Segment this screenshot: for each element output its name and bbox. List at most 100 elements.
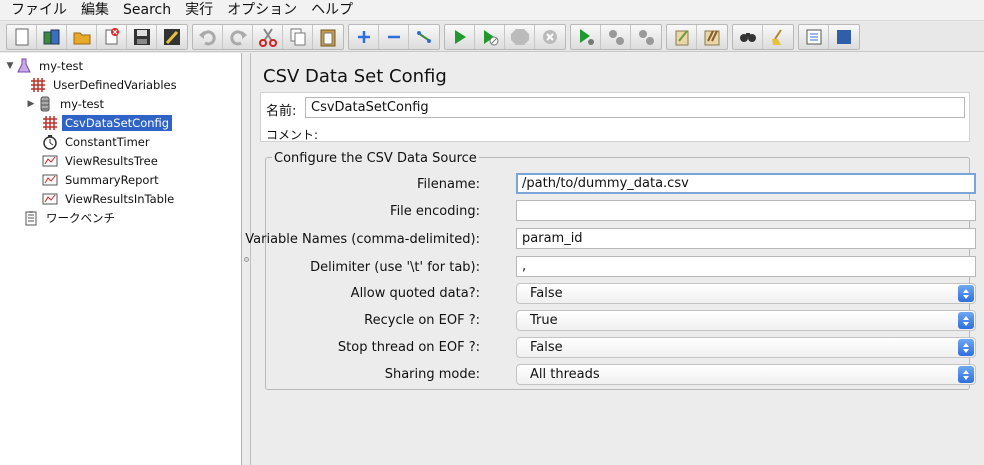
stop-thread-label: Stop thread on EOF ?: bbox=[337, 340, 480, 355]
menu-bar: ファイル 編集 Search 実行 オプション ヘルプ bbox=[0, 0, 984, 21]
allow-quoted-select[interactable]: False bbox=[516, 283, 976, 304]
help-icon bbox=[837, 29, 851, 44]
remote-shutdown-button[interactable] bbox=[631, 25, 661, 49]
section-title: Configure the CSV Data Source bbox=[272, 151, 479, 166]
name-input[interactable]: CsvDataSetConfig bbox=[305, 97, 965, 118]
clear-button[interactable] bbox=[667, 24, 697, 49]
delimiter-label: Delimiter (use '\t' for tab): bbox=[310, 260, 480, 275]
templates-button[interactable] bbox=[37, 24, 67, 49]
tree-item-label: ワークベンチ bbox=[46, 210, 115, 225]
toolbar-search-group bbox=[732, 23, 794, 50]
save-icon bbox=[133, 28, 150, 45]
expand-icon bbox=[357, 30, 370, 43]
remote-stop-button[interactable] bbox=[601, 24, 631, 49]
shutdown-button[interactable] bbox=[535, 25, 565, 49]
function-helper-button[interactable] bbox=[799, 24, 829, 49]
collapse-button[interactable] bbox=[379, 24, 409, 49]
clear-all-icon bbox=[704, 30, 720, 45]
tree-item-label: CsvDataSetConfig bbox=[62, 114, 173, 131]
delimiter-input[interactable]: , bbox=[516, 256, 976, 277]
tree-item-view-results-in-table[interactable]: ViewResultsInTable bbox=[42, 189, 177, 208]
filename-input[interactable]: /path/to/dummy_data.csv bbox=[516, 173, 976, 194]
expand-arrow-icon[interactable]: ▶ bbox=[25, 94, 37, 113]
timer-icon bbox=[42, 134, 58, 150]
menu-options[interactable]: オプション bbox=[220, 0, 304, 21]
open-button[interactable] bbox=[67, 24, 97, 49]
filename-label: Filename: bbox=[416, 177, 480, 192]
remote-start-button[interactable] bbox=[571, 24, 601, 49]
stop-button[interactable] bbox=[505, 24, 535, 49]
toolbar-file-group bbox=[6, 23, 188, 50]
chevron-updown-icon bbox=[958, 312, 974, 329]
cut-button[interactable] bbox=[253, 24, 283, 49]
toggle-button[interactable] bbox=[409, 25, 439, 49]
expand-arrow-icon[interactable]: ▼ bbox=[4, 56, 16, 75]
new-icon bbox=[15, 28, 28, 45]
redo-icon bbox=[229, 29, 247, 45]
help-button[interactable] bbox=[829, 25, 859, 49]
listener-icon bbox=[42, 153, 58, 169]
shutdown-icon bbox=[543, 29, 557, 44]
new-button[interactable] bbox=[7, 24, 37, 49]
menu-help[interactable]: ヘルプ bbox=[304, 0, 360, 21]
remote-shutdown-icon bbox=[639, 29, 654, 45]
menu-run[interactable]: 実行 bbox=[178, 0, 220, 21]
thread-group-icon bbox=[37, 96, 53, 112]
recycle-on-eof-select[interactable]: True bbox=[516, 310, 976, 331]
copy-button[interactable] bbox=[283, 24, 313, 49]
remote-start-icon bbox=[579, 28, 594, 45]
allow-quoted-value: False bbox=[530, 286, 563, 301]
expand-button[interactable] bbox=[349, 24, 379, 49]
panel-splitter[interactable] bbox=[242, 53, 250, 465]
close-button[interactable] bbox=[97, 24, 127, 49]
chevron-updown-icon bbox=[958, 285, 974, 302]
tree-item-workbench[interactable]: ワークベンチ bbox=[23, 208, 118, 227]
file-encoding-input[interactable] bbox=[516, 200, 976, 221]
variable-names-input[interactable]: param_id bbox=[516, 228, 976, 249]
tree-item-label: SummaryReport bbox=[65, 172, 159, 187]
test-plan-tree: ▼ my-test UserDefinedVariables ▶ my-test… bbox=[0, 53, 242, 465]
paste-button[interactable] bbox=[313, 25, 343, 49]
undo-button[interactable] bbox=[193, 24, 223, 49]
chevron-updown-icon bbox=[958, 366, 974, 383]
tree-item-label: UserDefinedVariables bbox=[53, 77, 177, 92]
workbench-icon bbox=[23, 210, 39, 226]
menu-file[interactable]: ファイル bbox=[4, 0, 74, 21]
tree-item-constant-timer[interactable]: ConstantTimer bbox=[42, 132, 153, 151]
open-icon bbox=[73, 32, 90, 44]
tree-item-label: my-test bbox=[60, 96, 105, 111]
chevron-updown-icon bbox=[958, 339, 974, 356]
menu-edit[interactable]: 編集 bbox=[74, 0, 116, 21]
templates-icon bbox=[43, 29, 59, 44]
reset-search-button[interactable] bbox=[763, 25, 793, 49]
stop-thread-select[interactable]: False bbox=[516, 337, 976, 358]
paste-icon bbox=[320, 29, 336, 46]
start-button[interactable] bbox=[445, 24, 475, 49]
start-no-pauses-button[interactable] bbox=[475, 24, 505, 49]
listener-icon bbox=[42, 172, 58, 188]
sharing-mode-value: All threads bbox=[530, 367, 600, 382]
search-button[interactable] bbox=[733, 24, 763, 49]
tree-item-label: ViewResultsInTable bbox=[65, 191, 175, 206]
tree-item-test-plan[interactable]: ▼ my-test bbox=[4, 56, 86, 75]
start-no-pauses-icon bbox=[483, 29, 498, 45]
comment-label: コメント: bbox=[266, 128, 319, 142]
tree-item-summary-report[interactable]: SummaryReport bbox=[42, 170, 162, 189]
file-encoding-label: File encoding: bbox=[390, 204, 480, 219]
tree-item-thread-group[interactable]: ▶ my-test bbox=[25, 94, 107, 113]
save-as-button[interactable] bbox=[157, 25, 187, 49]
redo-button[interactable] bbox=[223, 24, 253, 49]
save-button[interactable] bbox=[127, 24, 157, 49]
page-title: CSV Data Set Config bbox=[263, 66, 447, 87]
test-plan-icon bbox=[16, 58, 32, 74]
tree-item-view-results-tree[interactable]: ViewResultsTree bbox=[42, 151, 161, 170]
stop-thread-value: False bbox=[530, 340, 563, 355]
tree-item-user-defined-variables[interactable]: UserDefinedVariables bbox=[30, 75, 180, 94]
jmeter-window: ファイル 編集 Search 実行 オプション ヘルプ ▼ my-test Us… bbox=[0, 0, 984, 465]
toolbar-tree-group bbox=[348, 23, 440, 50]
sharing-mode-select[interactable]: All threads bbox=[516, 364, 976, 385]
menu-search[interactable]: Search bbox=[116, 0, 178, 21]
toolbar-run-group bbox=[444, 23, 566, 50]
tree-item-csv-data-set-config[interactable]: CsvDataSetConfig bbox=[42, 113, 173, 132]
clear-all-button[interactable] bbox=[697, 25, 727, 49]
